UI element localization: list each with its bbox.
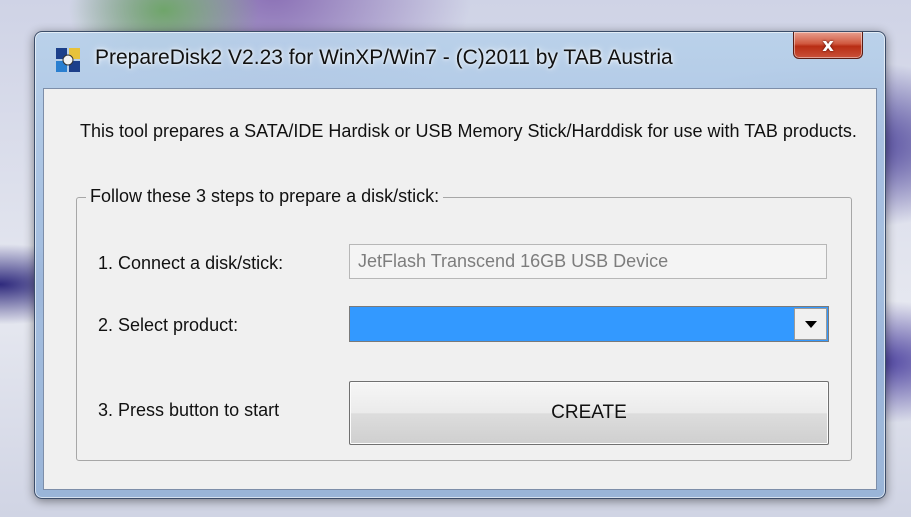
intro-text: This tool prepares a SATA/IDE Hardisk or…	[80, 121, 857, 141]
dropdown-arrow-button[interactable]	[794, 308, 827, 340]
title-bar[interactable]: PrepareDisk2 V2.23 for WinXP/Win7 - (C)2…	[35, 32, 885, 88]
app-icon	[55, 47, 81, 73]
close-icon: x	[822, 34, 834, 56]
close-button[interactable]: x	[793, 32, 863, 59]
create-button[interactable]: CREATE	[349, 381, 829, 445]
window-title: PrepareDisk2 V2.23 for WinXP/Win7 - (C)2…	[95, 46, 673, 69]
product-select[interactable]	[349, 306, 829, 342]
step-3-label: 3. Press button to start	[98, 400, 280, 420]
chevron-down-icon	[804, 320, 817, 328]
step-2-label: 2. Select product:	[98, 315, 239, 335]
connected-device-field: JetFlash Transcend 16GB USB Device	[349, 244, 827, 279]
step-1-label: 1. Connect a disk/stick:	[98, 253, 284, 273]
steps-groupbox-legend: Follow these 3 steps to prepare a disk/s…	[86, 186, 444, 207]
